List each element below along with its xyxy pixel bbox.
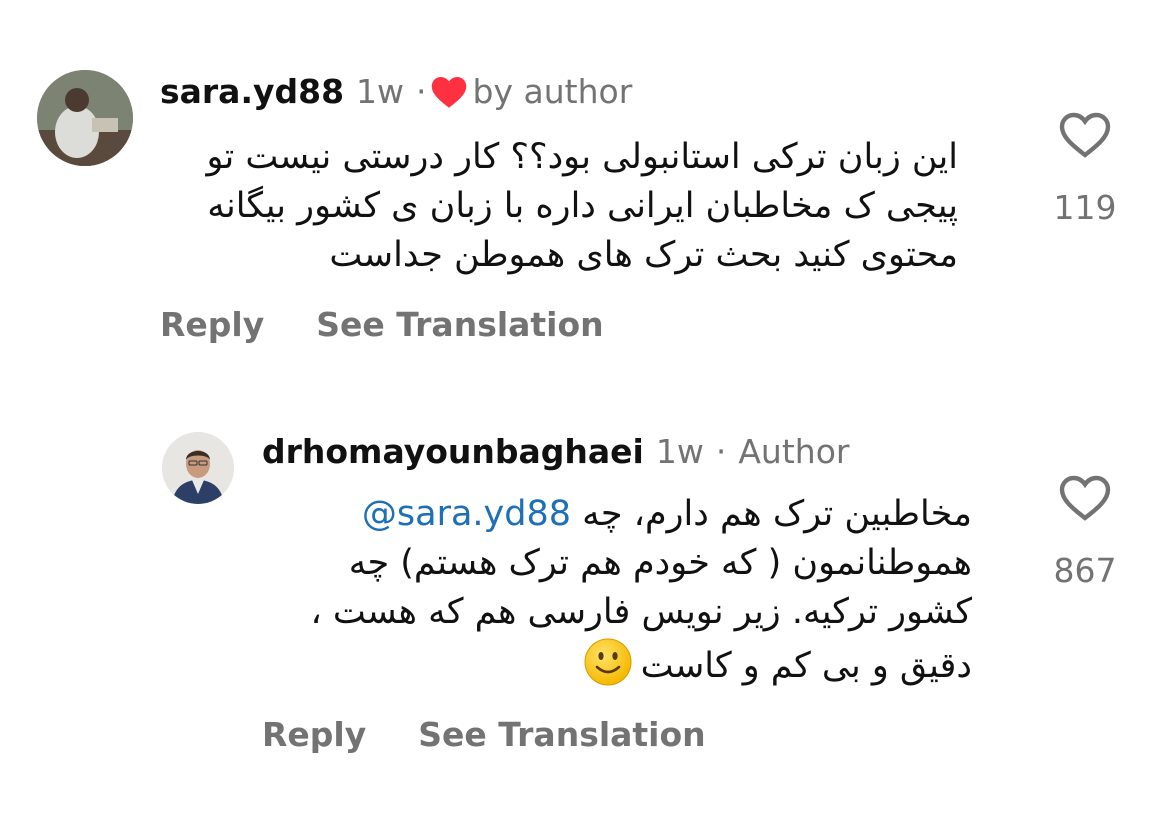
reply-button[interactable]: Reply [160,305,264,344]
username[interactable]: drhomayounbaghaei [262,432,644,472]
like-count: 867 [1053,551,1117,590]
see-translation-button[interactable]: See Translation [418,715,705,754]
comment-line: مخاطبین ترک هم دارم، چه @sara.yd88 [311,490,972,539]
comment-actions: Reply See Translation [262,715,706,754]
comment-line: محتوی کنید بحث ترک های هموطن جداست [329,235,958,275]
author-badge: Author [738,432,850,471]
slightly-smiling-face-icon [583,637,633,687]
comment-header: drhomayounbaghaei 1w · Author [262,432,849,472]
heart-outline-icon[interactable] [1059,112,1111,162]
avatar[interactable] [162,432,234,504]
timestamp: 1w [356,72,405,111]
see-translation-button[interactable]: See Translation [316,305,603,344]
comment-line: کشور ترکیه. زیر نویس فارسی هم که هست ، [310,592,973,632]
comment-text: این زبان ترکی استانبولی بود؟؟ کار درستی … [206,133,958,280]
comment-header: sara.yd88 1w · by author [160,72,632,112]
avatar[interactable] [37,70,133,166]
mention-link[interactable]: @sara.yd88 [362,494,571,534]
comment-actions: Reply See Translation [160,305,604,344]
separator: · [416,72,427,111]
comment-line-text: مخاطبین ترک هم دارم، چه [582,494,972,534]
comment-line: این زبان ترکی استانبولی بود؟؟ کار درستی … [206,137,958,177]
heart-filled-icon [431,75,467,109]
liked-by-author-label: by author [472,72,633,111]
comment-line: هموطنانمون ( که خودم هم ترک هستم) چه [348,543,972,583]
username[interactable]: sara.yd88 [160,72,344,112]
comment-text: مخاطبین ترک هم دارم، چه @sara.yd88 هموطن… [311,490,973,691]
reply-button[interactable]: Reply [262,715,366,754]
comment-line: دقیق و بی کم و کاست [311,637,972,691]
like-count: 119 [1053,188,1117,227]
separator: · [715,432,727,471]
like-control: 867 [1040,475,1130,590]
timestamp: 1w [655,432,704,471]
comment-line: پیجی ک مخاطبان ایرانی داره با زبان ی کشو… [207,186,958,226]
like-control: 119 [1040,112,1130,227]
heart-outline-icon[interactable] [1059,475,1111,525]
comment-line-text: دقیق و بی کم و کاست [640,646,972,686]
